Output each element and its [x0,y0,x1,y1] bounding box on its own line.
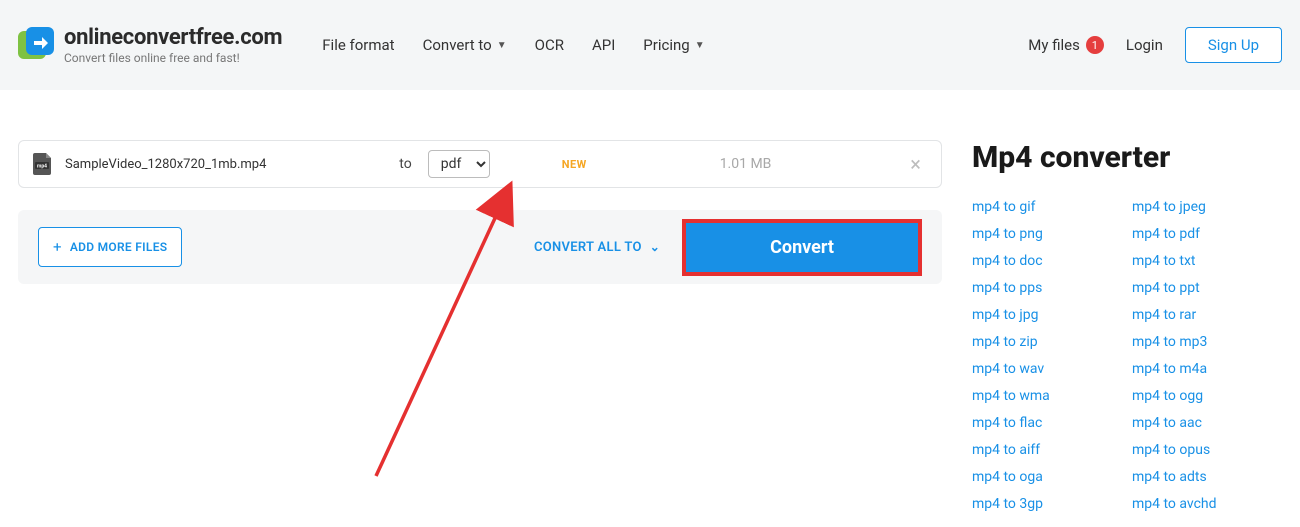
login-link[interactable]: Login [1126,36,1163,54]
nav-ocr[interactable]: OCR [535,36,564,54]
conversion-link[interactable]: mp4 to aac [1132,415,1272,431]
conversion-link[interactable]: mp4 to m4a [1132,361,1272,377]
main-nav: File format Convert to ▼ OCR API Pricing… [322,36,704,54]
conversion-link[interactable]: mp4 to png [972,226,1112,242]
conversion-link[interactable]: mp4 to jpeg [1132,199,1272,215]
conversion-links: mp4 to gif mp4 to png mp4 to doc mp4 to pps… [972,199,1282,512]
conversion-link[interactable]: mp4 to opus [1132,442,1272,458]
signup-button[interactable]: Sign Up [1185,27,1282,63]
conversion-link[interactable]: mp4 to ogg [1132,388,1272,404]
conversion-link[interactable]: mp4 to pps [972,280,1112,296]
logo-block[interactable]: onlineconvertfree.com Convert files onli… [18,25,282,65]
add-more-files-button[interactable]: + ADD MORE FILES [38,227,182,267]
site-header: onlineconvertfree.com Convert files onli… [0,0,1300,90]
convert-all-label: CONVERT ALL TO [534,240,642,255]
my-files-badge: 1 [1086,36,1104,54]
conversion-link[interactable]: mp4 to 3gp [972,496,1112,512]
chevron-down-icon: ▼ [497,40,507,51]
sidebar-title: Mp4 converter [972,140,1282,175]
conversion-link[interactable]: mp4 to pdf [1132,226,1272,242]
conversion-link[interactable]: mp4 to doc [972,253,1112,269]
add-more-label: ADD MORE FILES [70,240,168,254]
site-tagline: Convert files online free and fast! [64,51,282,65]
conversion-link[interactable]: mp4 to rar [1132,307,1272,323]
conversion-link[interactable]: mp4 to avchd [1132,496,1272,512]
chevron-down-icon: ▼ [695,40,705,51]
my-files-label: My files [1028,36,1080,54]
sidebar: Mp4 converter mp4 to gifmp4 to pngmp4 to… [972,140,1282,512]
conversion-link[interactable]: mp4 to flac [972,415,1112,431]
conversion-link[interactable]: mp4 to zip [972,334,1112,350]
logo-icon [18,27,54,63]
to-label: to [399,156,411,172]
nav-file-format[interactable]: File format [322,36,394,54]
conversion-link[interactable]: mp4 to gif [972,199,1112,215]
conversion-link[interactable]: mp4 to mp3 [1132,334,1272,350]
convert-button[interactable]: Convert [682,219,922,276]
nav-api[interactable]: API [592,36,615,54]
convert-all-to-dropdown[interactable]: CONVERT ALL TO ⌄ [534,240,660,255]
conversion-link[interactable]: mp4 to ppt [1132,280,1272,296]
file-row: mp4 SampleVideo_1280x720_1mb.mp4 to pdf … [18,140,942,188]
conversion-link[interactable]: mp4 to txt [1132,253,1272,269]
link-column-2: mp4 to jpeg mp4 to pdf mp4 to txt mp4 to pp… [1132,199,1272,512]
conversion-link[interactable]: mp4 to wma [972,388,1112,404]
chevron-down-icon: ⌄ [650,240,660,254]
action-bar: + ADD MORE FILES CONVERT ALL TO ⌄ Conver… [18,210,942,284]
nav-pricing[interactable]: Pricing ▼ [643,36,704,54]
svg-text:mp4: mp4 [37,164,47,170]
conversion-link[interactable]: mp4 to adts [1132,469,1272,485]
nav-convert-to-label: Convert to [423,36,492,54]
site-title: onlineconvertfree.com [64,25,282,50]
conversion-link[interactable]: mp4 to aiff [972,442,1112,458]
converter-panel: mp4 SampleVideo_1280x720_1mb.mp4 to pdf … [18,140,942,284]
logo-text: onlineconvertfree.com Convert files onli… [64,25,282,65]
file-name: SampleVideo_1280x720_1mb.mp4 [65,157,266,172]
format-select[interactable]: pdf [428,150,490,178]
nav-pricing-label: Pricing [643,36,689,54]
plus-icon: + [53,238,62,256]
file-size: 1.01 MB [720,156,772,172]
mp4-file-icon: mp4 [33,153,53,175]
my-files-link[interactable]: My files 1 [1028,36,1104,54]
main-content: mp4 SampleVideo_1280x720_1mb.mp4 to pdf … [0,90,1300,512]
link-column-1: mp4 to gif mp4 to png mp4 to doc mp4 to pps… [972,199,1112,512]
new-badge: NEW [562,158,587,171]
conversion-link[interactable]: mp4 to jpg [972,307,1112,323]
conversion-link[interactable]: mp4 to wav [972,361,1112,377]
remove-file-button[interactable]: × [904,154,927,174]
header-right: My files 1 Login Sign Up [1028,27,1282,63]
conversion-link[interactable]: mp4 to oga [972,469,1112,485]
nav-convert-to[interactable]: Convert to ▼ [423,36,507,54]
